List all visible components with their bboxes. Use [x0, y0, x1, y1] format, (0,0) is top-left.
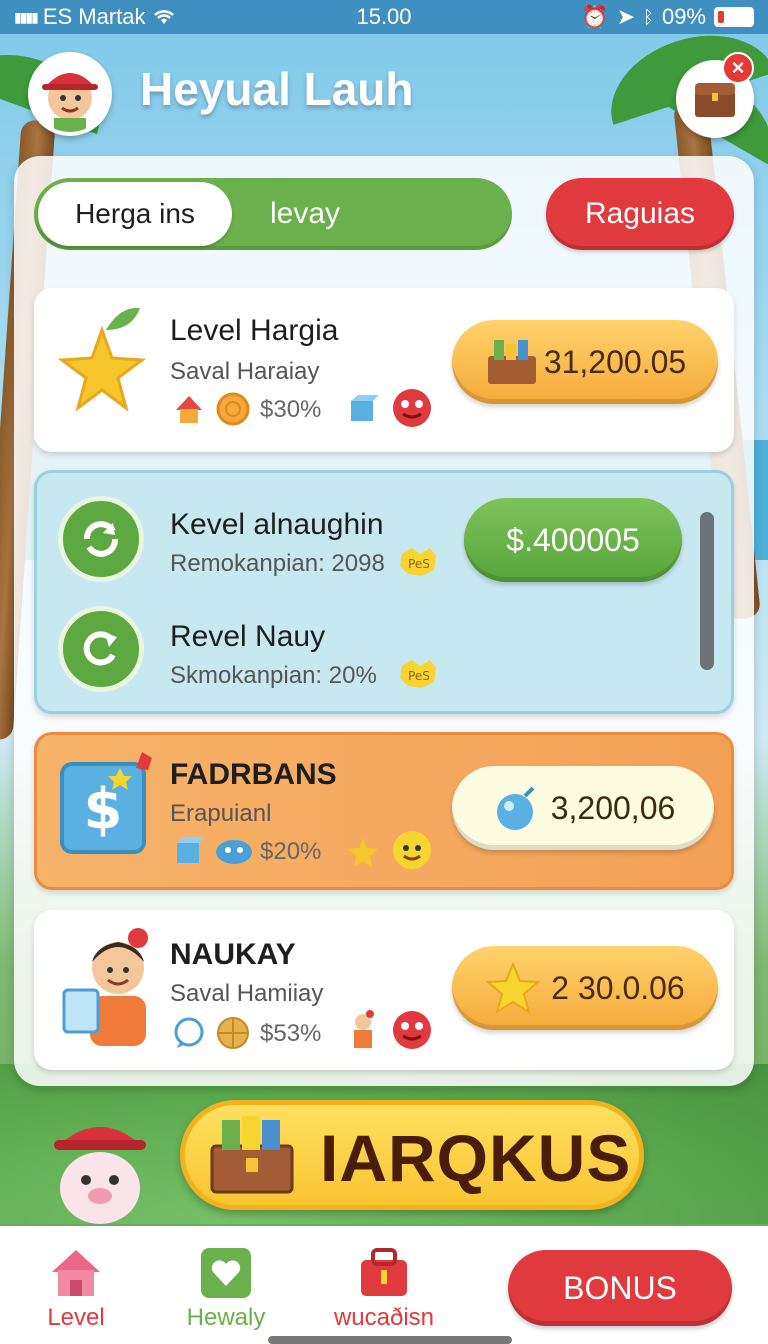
card-percent: $30%: [260, 396, 322, 423]
nav-label-level: Level: [47, 1304, 105, 1331]
close-icon[interactable]: ×: [722, 52, 754, 84]
red-monster-icon: [393, 389, 431, 427]
card-percent: $20%: [260, 838, 322, 865]
ball-icon: [217, 1017, 249, 1049]
character-avatar-icon: [42, 73, 98, 132]
location-icon: ➤: [616, 4, 636, 29]
nav-item-hewaly[interactable]: [166, 1246, 286, 1305]
card-title: FADRBANS: [170, 758, 337, 791]
card-title: Level Hargia: [170, 314, 339, 347]
page-title: Heyual Lauh: [140, 63, 414, 115]
gift-box-icon: [361, 1248, 407, 1296]
battery-icon: [714, 7, 754, 27]
treasure-chest-icon: [210, 1116, 294, 1194]
svg-text:PeS: PeS: [408, 669, 430, 683]
price-button[interactable]: 3,200,06: [452, 766, 714, 850]
blue-blob-icon: [216, 840, 252, 864]
bonus-button[interactable]: BONUS: [508, 1250, 732, 1326]
red-monster-icon: [393, 1011, 431, 1049]
cube-icon: [177, 837, 205, 863]
signal-icon: ▮▮▮▮: [14, 8, 39, 25]
card-percent: $53%: [260, 1020, 322, 1047]
nav-item-wucadisn[interactable]: [324, 1246, 444, 1305]
carrier-label: ES Martak: [42, 4, 146, 29]
card-subtitle: Skmokanpian: 20%: [170, 662, 377, 689]
star-fruit-icon: [57, 307, 147, 412]
card-subtitle: Remokanpian: 2098: [170, 550, 385, 577]
card-title: Kevel alnaughin: [170, 508, 384, 541]
water-drop-icon: [496, 786, 535, 830]
heart-icon: [201, 1248, 251, 1298]
character-icon: [62, 928, 148, 1046]
smiley-icon: [393, 831, 431, 869]
nav-label-wucadisn: wucaðisn: [333, 1304, 435, 1331]
price-button[interactable]: 31,200.05: [452, 320, 718, 404]
svg-text:PeS: PeS: [408, 557, 430, 571]
raguias-button[interactable]: Raguias: [546, 178, 734, 250]
reload-icon: [58, 606, 144, 692]
refresh-icon: [58, 496, 144, 582]
status-bar: ▮▮▮▮ ES Martak 15.00 ⏰ ➤ ᛒ 09%: [0, 0, 768, 34]
tab-herga-ins[interactable]: Herga ins: [38, 182, 232, 246]
coin-icon: [216, 392, 250, 426]
chest-icon: [695, 83, 735, 117]
alarm-icon: ⏰: [581, 4, 609, 29]
cube-icon: [351, 395, 379, 421]
pes-badge: PeS: [398, 546, 440, 578]
chat-bubble-icon: [174, 1017, 204, 1048]
figure-icon: [354, 1010, 374, 1048]
nav-item-level[interactable]: [16, 1246, 136, 1303]
price-label: 31,200.05: [543, 343, 687, 380]
price-label: $.400005: [506, 521, 640, 558]
wifi-icon: [153, 10, 174, 24]
avatar[interactable]: [28, 52, 112, 136]
mascot-icon: [54, 1127, 146, 1224]
bluetooth-icon: ᛒ: [643, 6, 654, 27]
star-icon: [348, 838, 378, 867]
treasure-box-icon: [487, 340, 536, 384]
dollar-card-icon: $: [60, 752, 152, 854]
battery-percent: 09%: [661, 4, 706, 29]
card-subtitle: Saval Hamiiay: [170, 980, 324, 1007]
card-subtitle: Saval Haraiay: [170, 358, 320, 385]
card-title: Revel Nauy: [170, 620, 326, 653]
card-subtitle: Erapuianl: [170, 800, 272, 827]
price-label: 2 30.0.06: [551, 969, 685, 1006]
nav-label-hewaly: Hewaly: [186, 1304, 266, 1331]
scrollbar[interactable]: [700, 512, 714, 670]
tab-levay[interactable]: levay: [236, 182, 506, 246]
star-icon: [485, 962, 541, 1014]
price-button[interactable]: $.400005: [464, 498, 682, 582]
price-label: 3,200,06: [550, 789, 676, 826]
price-button[interactable]: 2 30.0.06: [452, 946, 718, 1030]
house-icon: [176, 396, 202, 423]
pes-badge: PeS: [398, 658, 440, 690]
card-title: NAUKAY: [170, 938, 296, 971]
home-icon: [52, 1250, 100, 1296]
main-action-label: IARQKUS: [320, 1121, 632, 1195]
home-indicator: [268, 1336, 512, 1344]
